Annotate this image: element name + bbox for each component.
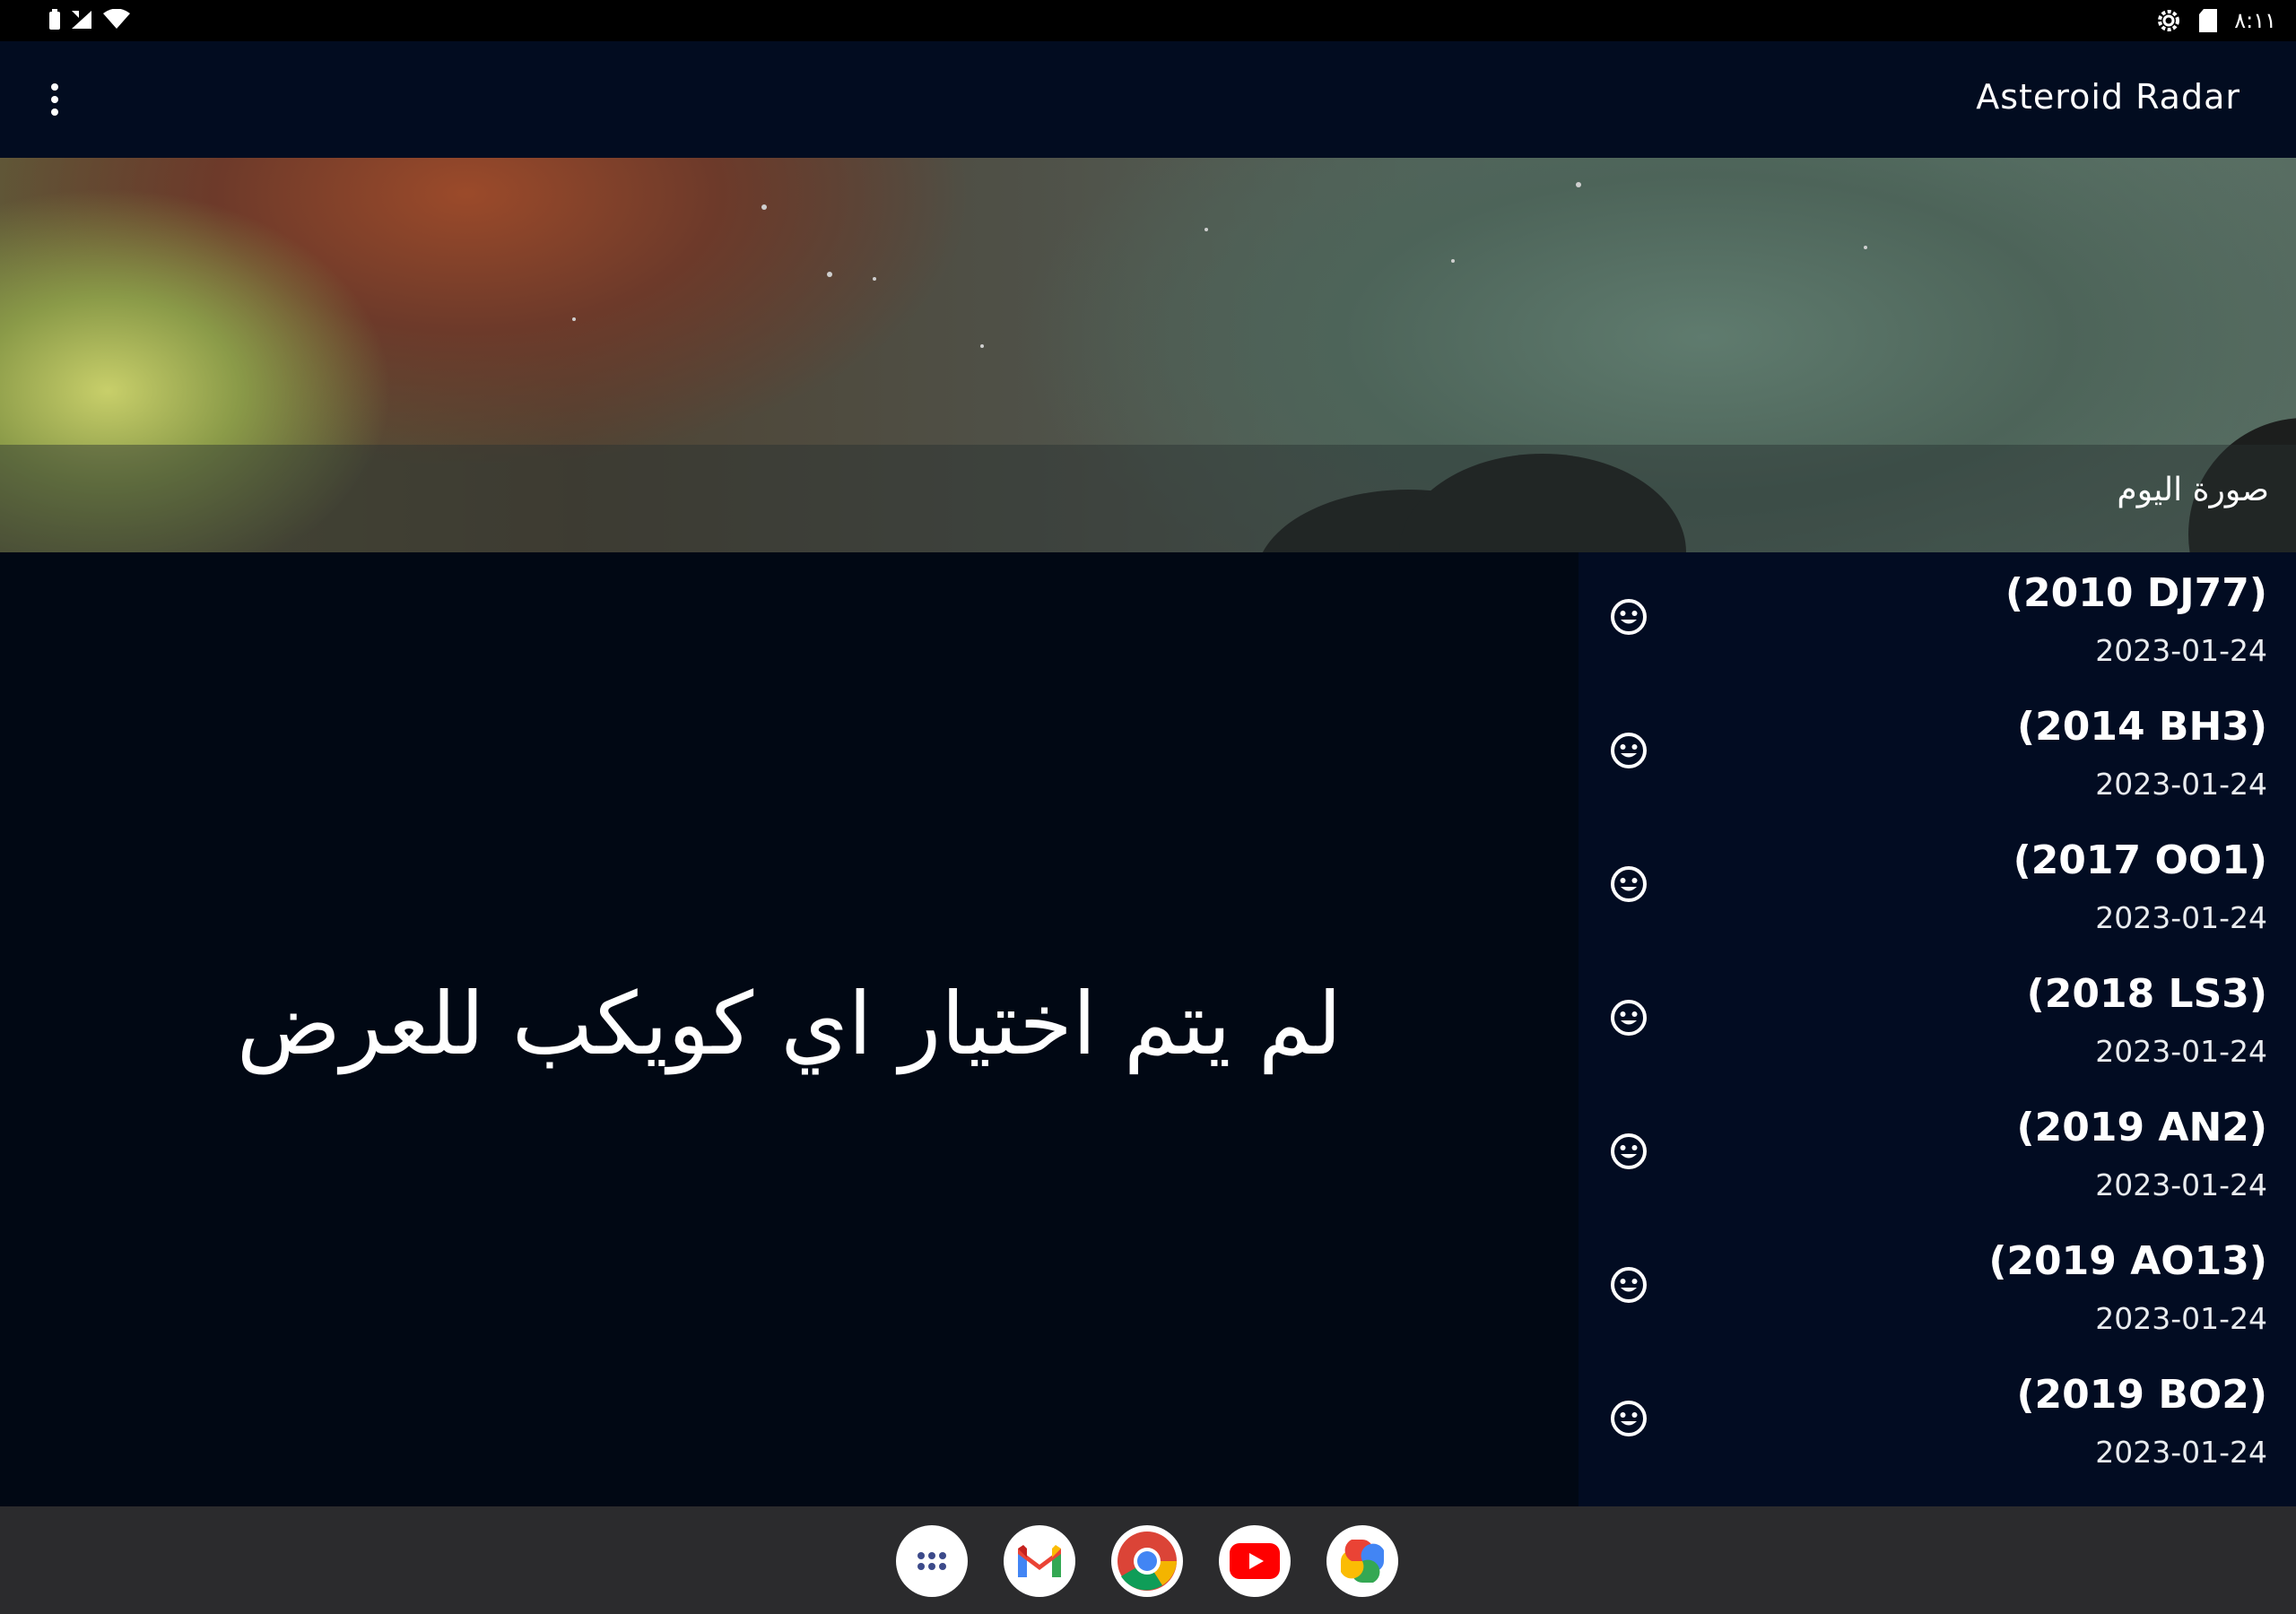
asteroid-date: 2023-01-24 [2095,1435,2267,1470]
asteroid-name: (2019 BO2) [2016,1372,2267,1418]
list-item[interactable]: (2014 BH3) 2023-01-24 [1578,686,2296,820]
asteroid-name: (2017 OO1) [2013,837,2267,883]
more-vert-icon[interactable] [39,77,70,122]
picture-caption-bar: صورة اليوم [0,445,2296,552]
app-drawer-icon[interactable] [896,1525,968,1597]
smiley-icon [1611,866,1647,902]
asteroid-date: 2023-01-24 [2095,1301,2267,1336]
app-bar: Asteroid Radar [0,41,2296,158]
chrome-icon[interactable] [1111,1525,1183,1597]
asteroid-name: (2018 LS3) [2026,971,2267,1017]
smiley-icon [1611,1267,1647,1303]
settings-icon [2158,10,2180,31]
status-bar: ٨:١١ [0,0,2296,41]
list-item[interactable]: (2017 OO1) 2023-01-24 [1578,820,2296,953]
asteroid-name: (2014 BH3) [2017,704,2267,750]
smiley-icon [1611,1000,1647,1036]
status-left-icons [48,9,131,30]
signal-icon [72,11,91,29]
list-item[interactable]: (2010 DJ77) 2023-01-24 [1578,552,2296,686]
smiley-icon [1611,733,1647,768]
asteroid-date: 2023-01-24 [2095,767,2267,802]
list-item[interactable]: (2019 AO13) 2023-01-24 [1578,1220,2296,1354]
asteroid-date: 2023-01-24 [2095,1034,2267,1069]
youtube-icon[interactable] [1219,1525,1291,1597]
photos-icon[interactable] [1326,1525,1398,1597]
asteroid-date: 2023-01-24 [2095,900,2267,935]
asteroid-name: (2019 AN2) [2016,1105,2268,1150]
picture-caption: صورة اليوم [2117,472,2269,508]
smiley-icon [1611,1133,1647,1169]
taskbar [0,1506,2296,1614]
empty-detail-message: لم يتم اختيار اي كويكب للعرض [236,974,1343,1074]
list-item[interactable]: (2018 LS3) 2023-01-24 [1578,953,2296,1087]
list-item[interactable]: (2019 AN2) 2023-01-24 [1578,1087,2296,1220]
picture-of-day: صورة اليوم [0,158,2296,552]
battery-icon [49,9,60,30]
asteroid-name: (2010 DJ77) [2005,570,2267,616]
asteroid-date: 2023-01-24 [2095,633,2267,668]
smiley-icon [1611,599,1647,635]
smiley-icon [1611,1401,1647,1436]
app-title: Asteroid Radar [1976,77,2240,117]
asteroid-list[interactable]: (2010 DJ77) 2023-01-24 (2014 BH3) 2023-0… [1578,552,2296,1506]
sd-card-icon [2199,9,2218,32]
asteroid-name: (2019 AO13) [1988,1238,2267,1284]
list-item[interactable]: (2019 BO2) 2023-01-24 [1578,1354,2296,1488]
asteroid-date: 2023-01-24 [2095,1167,2267,1202]
detail-pane: لم يتم اختيار اي كويكب للعرض [0,552,1578,1506]
wifi-icon [103,9,130,29]
gmail-icon[interactable] [1004,1525,1075,1597]
status-right: ٨:١١ [2155,7,2276,34]
clock: ٨:١١ [2234,8,2276,33]
